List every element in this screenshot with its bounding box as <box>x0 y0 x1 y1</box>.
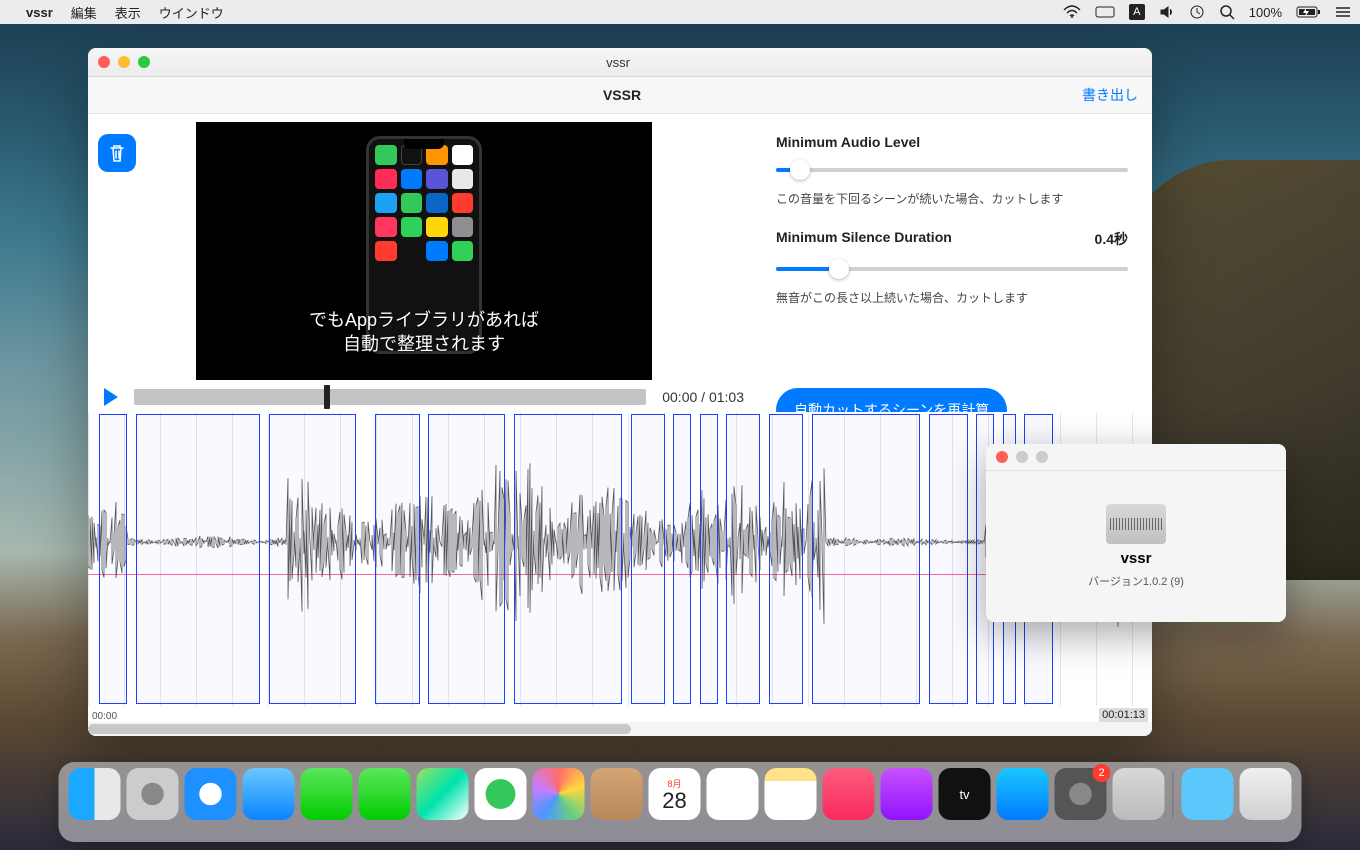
clock-icon[interactable] <box>1189 4 1205 20</box>
app-menu[interactable]: vssr <box>26 5 53 20</box>
min-silence-label: Minimum Silence Duration <box>776 229 952 249</box>
selection-region[interactable] <box>929 414 968 704</box>
selection-region[interactable] <box>700 414 718 704</box>
dock-separator <box>1173 770 1174 818</box>
about-title-bar[interactable] <box>986 444 1286 471</box>
seek-bar[interactable] <box>134 389 646 405</box>
about-version: バージョン1.0.2 (9) <box>1088 573 1184 589</box>
selection-region[interactable] <box>673 414 691 704</box>
dock-facetime[interactable] <box>301 768 353 820</box>
horizontal-scrollbar[interactable] <box>88 722 1152 736</box>
battery-percent: 100% <box>1249 5 1282 20</box>
volume-icon[interactable] <box>1159 5 1175 19</box>
dock-photos[interactable] <box>533 768 585 820</box>
control-center-icon[interactable] <box>1095 6 1115 18</box>
dock-contacts[interactable] <box>591 768 643 820</box>
selection-region[interactable] <box>375 414 420 704</box>
min-audio-slider[interactable] <box>776 160 1128 180</box>
about-minimize-button <box>1016 451 1028 463</box>
selection-region[interactable] <box>726 414 760 704</box>
video-caption: でもAppライブラリがあれば 自動で整理されます <box>309 309 539 356</box>
dock-maps[interactable] <box>417 768 469 820</box>
dock-launchpad[interactable] <box>127 768 179 820</box>
selection-region[interactable] <box>514 414 622 704</box>
selection-region[interactable] <box>99 414 128 704</box>
video-preview[interactable]: でもAppライブラリがあれば 自動で整理されます <box>196 122 652 380</box>
menu-extras-icon[interactable] <box>1336 5 1352 19</box>
min-audio-label: Minimum Audio Level <box>776 134 1128 150</box>
app-icon <box>1106 504 1166 544</box>
menu-bar: vssr 編集 表示 ウインドウ A 100% <box>0 0 1360 24</box>
selection-region[interactable] <box>428 414 504 704</box>
dock-music[interactable] <box>823 768 875 820</box>
timeline-end: 00:01:13 <box>1099 708 1148 722</box>
timeline-start: 00:00 <box>92 711 117 722</box>
dock-messages[interactable] <box>359 768 411 820</box>
dock-mail[interactable] <box>243 768 295 820</box>
input-source-icon[interactable]: A <box>1129 4 1145 20</box>
menu-view[interactable]: 表示 <box>115 3 141 22</box>
dock: 8月28 tv 2 <box>59 762 1302 842</box>
dock-findmy[interactable] <box>475 768 527 820</box>
dock-reminders[interactable] <box>707 768 759 820</box>
dock-vssr[interactable] <box>1113 768 1165 820</box>
window-title: vssr <box>158 55 1078 70</box>
about-window: vssr バージョン1.0.2 (9) <box>986 444 1286 622</box>
delete-button[interactable] <box>98 134 136 172</box>
toolbar-title: VSSR <box>162 87 1082 103</box>
min-silence-slider[interactable] <box>776 259 1128 279</box>
settings-panel: Minimum Audio Level この音量を下回るシーンが続いた場合、カッ… <box>760 114 1152 412</box>
selection-region[interactable] <box>631 414 665 704</box>
selection-region[interactable] <box>812 414 920 704</box>
main-window: vssr VSSR 書き出し <box>88 48 1152 736</box>
spotlight-icon[interactable] <box>1219 4 1235 20</box>
title-bar[interactable]: vssr <box>88 48 1152 77</box>
dock-safari[interactable] <box>185 768 237 820</box>
seek-thumb[interactable] <box>324 385 330 409</box>
min-silence-help: 無音がこの長さ以上続いた場合、カットします <box>776 289 1128 306</box>
about-zoom-button <box>1036 451 1048 463</box>
dock-finder[interactable] <box>69 768 121 820</box>
dock-trash[interactable] <box>1240 768 1292 820</box>
trash-icon <box>108 143 126 163</box>
dock-tv[interactable]: tv <box>939 768 991 820</box>
dock-downloads[interactable] <box>1182 768 1234 820</box>
play-button[interactable] <box>104 388 118 406</box>
minimize-button[interactable] <box>118 56 130 68</box>
toolbar: VSSR 書き出し <box>88 77 1152 114</box>
wifi-icon[interactable] <box>1063 5 1081 19</box>
dock-settings[interactable]: 2 <box>1055 768 1107 820</box>
dock-appstore[interactable] <box>997 768 1049 820</box>
min-audio-help: この音量を下回るシーンが続いた場合、カットします <box>776 190 1128 207</box>
selection-region[interactable] <box>136 414 260 704</box>
about-close-button[interactable] <box>996 451 1008 463</box>
dock-podcasts[interactable] <box>881 768 933 820</box>
menu-edit[interactable]: 編集 <box>71 3 97 22</box>
selection-region[interactable] <box>769 414 803 704</box>
export-button[interactable]: 書き出し <box>1082 85 1138 105</box>
zoom-button[interactable] <box>138 56 150 68</box>
battery-icon[interactable] <box>1296 5 1322 19</box>
time-display: 00:00 / 01:03 <box>662 389 744 405</box>
settings-badge: 2 <box>1093 764 1111 782</box>
selection-region[interactable] <box>269 414 356 704</box>
about-app-name: vssr <box>1121 550 1152 567</box>
menu-window[interactable]: ウインドウ <box>159 3 224 22</box>
dock-notes[interactable] <box>765 768 817 820</box>
close-button[interactable] <box>98 56 110 68</box>
dock-calendar[interactable]: 8月28 <box>649 768 701 820</box>
min-silence-value: 0.4秒 <box>1095 229 1128 249</box>
